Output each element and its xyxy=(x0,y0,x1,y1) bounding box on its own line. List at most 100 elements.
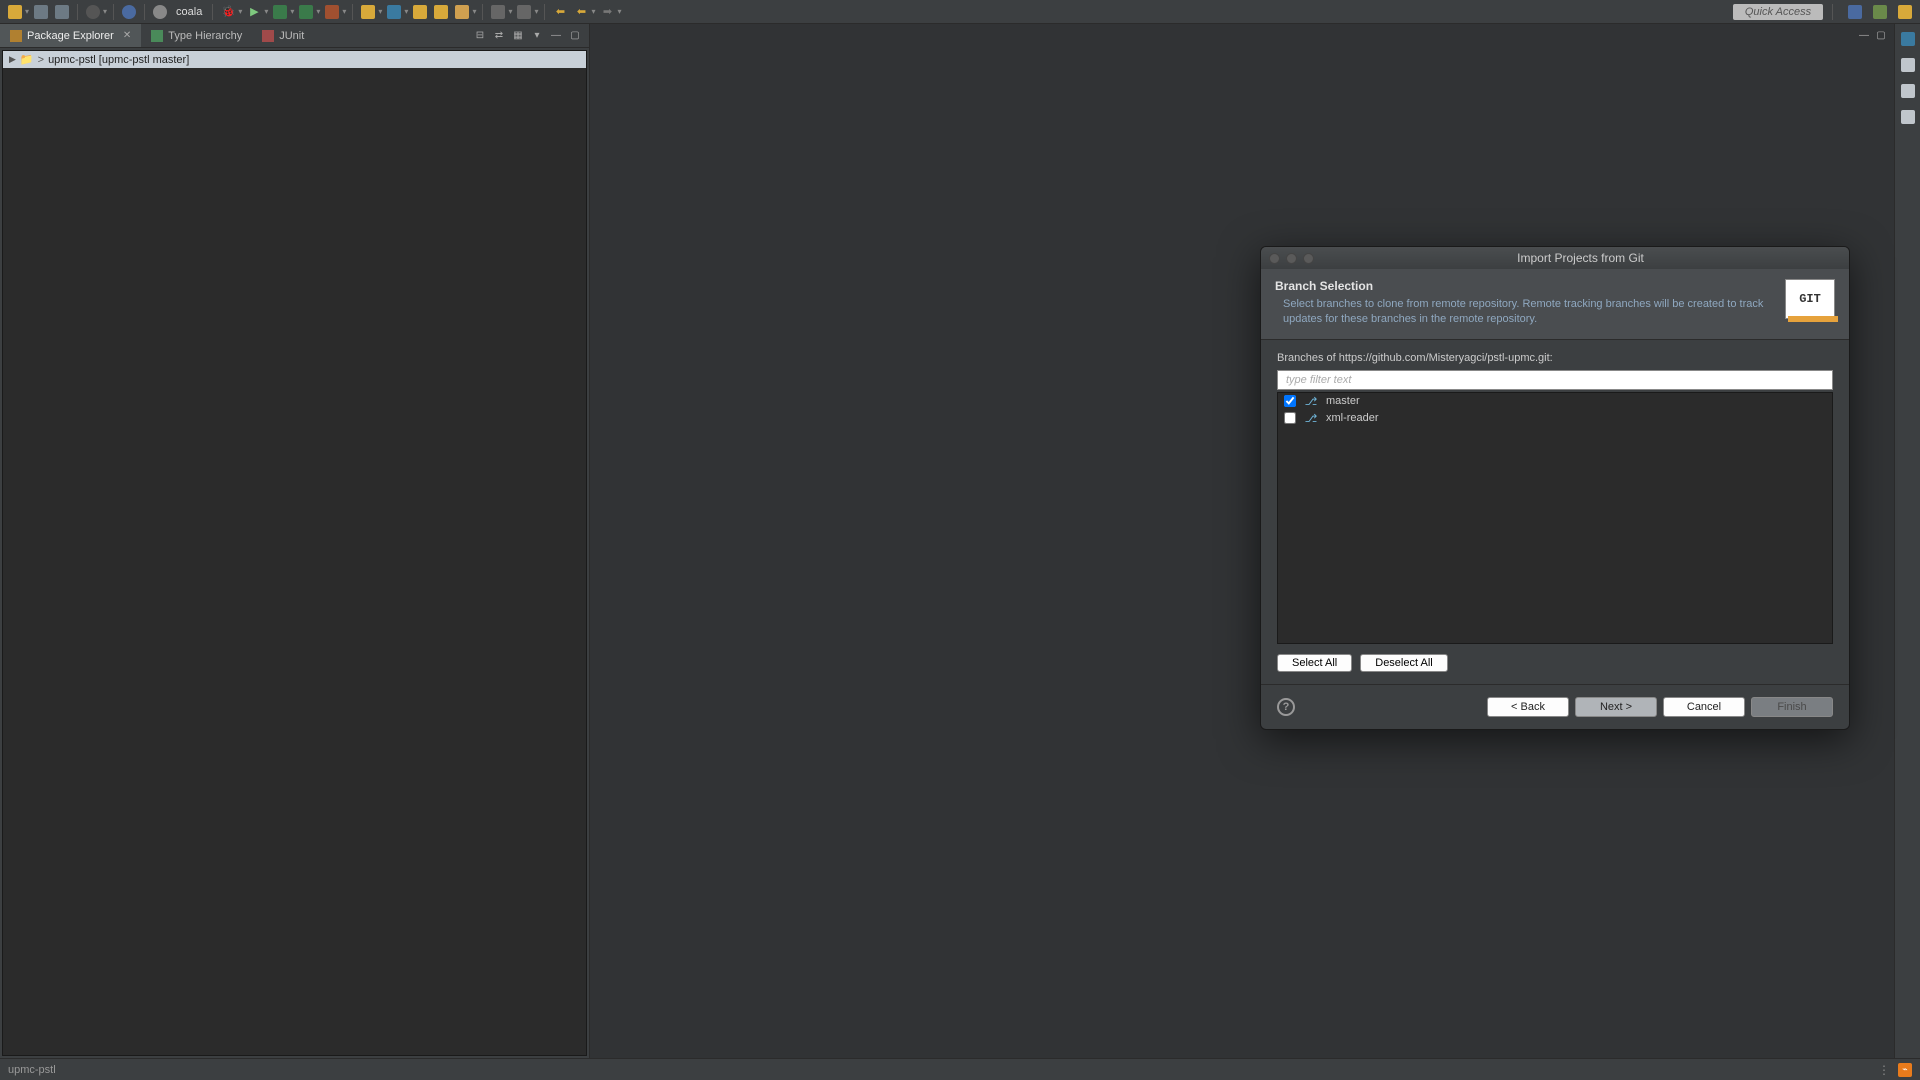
bug-dropdown[interactable]: ▾ xyxy=(103,7,107,16)
new-folder-icon[interactable] xyxy=(411,3,429,21)
branch-label: master xyxy=(1326,395,1360,407)
new-class-dropdown[interactable]: ▾ xyxy=(404,7,408,16)
back-dropdown[interactable]: ▾ xyxy=(591,7,595,16)
toggle-mark-dropdown[interactable]: ▾ xyxy=(534,7,538,16)
back-icon[interactable]: ⬅ xyxy=(572,3,590,21)
right-trim xyxy=(1894,24,1920,1058)
tab-package-explorer[interactable]: Package Explorer ✕ xyxy=(0,24,141,47)
tab-junit[interactable]: JUnit xyxy=(252,24,314,47)
search-icon[interactable] xyxy=(489,3,507,21)
branch-list[interactable]: ⎇ master ⎇ xml-reader xyxy=(1277,392,1833,644)
deselect-all-button[interactable]: Deselect All xyxy=(1360,654,1447,672)
save-icon[interactable] xyxy=(32,3,50,21)
tab-label: Package Explorer xyxy=(27,30,114,42)
link-editor-icon[interactable]: ⇄ xyxy=(491,28,507,44)
dialog-header: Branch Selection Select branches to clon… xyxy=(1261,269,1849,340)
quick-access-input[interactable]: Quick Access xyxy=(1733,4,1823,20)
dialog-footer: ? < Back Next > Cancel Finish xyxy=(1261,684,1849,729)
branch-filter-input[interactable] xyxy=(1277,370,1833,390)
coala-icon[interactable] xyxy=(151,3,169,21)
coverage-icon[interactable] xyxy=(271,3,289,21)
new-package-icon[interactable] xyxy=(359,3,377,21)
prev-edit-icon[interactable]: ⬅ xyxy=(551,3,569,21)
editor-area: — ▢ Import Projects from Git Branch Sele… xyxy=(590,24,1894,1058)
bug-icon[interactable] xyxy=(84,3,102,21)
project-chevron: > xyxy=(38,54,44,66)
coala-label[interactable]: coala xyxy=(172,6,206,18)
open-type-dropdown[interactable]: ▾ xyxy=(472,7,476,16)
finish-button: Finish xyxy=(1751,697,1833,717)
git-logo-icon: GIT xyxy=(1785,279,1835,319)
problems-icon[interactable] xyxy=(1899,82,1917,100)
task-list-icon[interactable] xyxy=(1899,30,1917,48)
maximize-editor-icon[interactable]: ▢ xyxy=(1874,28,1888,42)
ext-tools-dropdown[interactable]: ▾ xyxy=(342,7,346,16)
window-close-icon[interactable] xyxy=(1269,253,1280,264)
package-explorer-icon xyxy=(10,30,22,42)
skip-breakpoints-icon[interactable] xyxy=(120,3,138,21)
status-project-label: upmc-pstl xyxy=(8,1064,56,1076)
open-perspective-icon[interactable] xyxy=(1846,3,1864,21)
new-file-icon[interactable] xyxy=(432,3,450,21)
new-class-icon[interactable] xyxy=(385,3,403,21)
tree-project-row[interactable]: ▶ 📁 > upmc-pstl [upmc-pstl master] xyxy=(3,51,586,68)
debug-dropdown[interactable]: ▾ xyxy=(238,7,242,16)
tab-label: JUnit xyxy=(279,30,304,42)
branch-checkbox[interactable] xyxy=(1284,412,1296,424)
branch-icon: ⎇ xyxy=(1304,412,1318,425)
dialog-body: Branches of https://github.com/Misteryag… xyxy=(1261,340,1849,684)
clipboard-icon[interactable] xyxy=(1899,108,1917,126)
dialog-title: Import Projects from Git xyxy=(1320,251,1841,265)
minimize-view-icon[interactable]: — xyxy=(548,28,564,44)
tree-project-label: upmc-pstl [upmc-pstl master] xyxy=(48,54,189,66)
open-type-icon[interactable] xyxy=(453,3,471,21)
branch-checkbox[interactable] xyxy=(1284,395,1296,407)
toggle-mark-icon[interactable] xyxy=(515,3,533,21)
rss-icon[interactable]: ⌁ xyxy=(1898,1063,1912,1077)
run-last-icon[interactable] xyxy=(297,3,315,21)
run-last-dropdown[interactable]: ▾ xyxy=(316,7,320,16)
focus-task-icon[interactable]: ▦ xyxy=(510,28,526,44)
select-all-button[interactable]: Select All xyxy=(1277,654,1352,672)
minimize-editor-icon[interactable]: — xyxy=(1857,28,1871,42)
search-dropdown[interactable]: ▾ xyxy=(508,7,512,16)
view-menu-icon[interactable]: ▾ xyxy=(529,28,545,44)
status-menu-icon[interactable]: ⋮ xyxy=(1878,1063,1890,1077)
package-explorer-tree[interactable]: ▶ 📁 > upmc-pstl [upmc-pstl master] xyxy=(2,50,587,1056)
close-icon[interactable]: ✕ xyxy=(123,30,131,41)
window-minimize-icon[interactable] xyxy=(1286,253,1297,264)
forward-dropdown[interactable]: ▾ xyxy=(618,7,622,16)
git-perspective-icon[interactable] xyxy=(1896,3,1914,21)
left-panel: Package Explorer ✕ Type Hierarchy JUnit … xyxy=(0,24,590,1058)
collapse-all-icon[interactable]: ⊟ xyxy=(472,28,488,44)
next-button[interactable]: Next > xyxy=(1575,697,1657,717)
save-all-icon[interactable] xyxy=(53,3,71,21)
branches-label: Branches of https://github.com/Misteryag… xyxy=(1277,352,1833,364)
tab-type-hierarchy[interactable]: Type Hierarchy xyxy=(141,24,252,47)
new-wizard-dropdown[interactable]: ▾ xyxy=(25,7,29,16)
java-perspective-icon[interactable] xyxy=(1871,3,1889,21)
coverage-dropdown[interactable]: ▾ xyxy=(290,7,294,16)
dialog-heading: Branch Selection xyxy=(1275,279,1775,293)
type-hierarchy-icon xyxy=(151,30,163,42)
run-icon[interactable]: ▶ xyxy=(245,3,263,21)
folder-icon: 📁 xyxy=(20,53,34,66)
run-dropdown[interactable]: ▾ xyxy=(264,7,268,16)
help-icon[interactable]: ? xyxy=(1277,698,1295,716)
branch-row-xml-reader[interactable]: ⎇ xml-reader xyxy=(1278,410,1832,427)
new-package-dropdown[interactable]: ▾ xyxy=(378,7,382,16)
main-toolbar: ▾ ▾ coala 🐞 ▾ ▶ ▾ ▾ ▾ ▾ ▾ ▾ ▾ ▾ ▾ ⬅ ⬅ ▾ … xyxy=(0,0,1920,24)
window-zoom-icon[interactable] xyxy=(1303,253,1314,264)
maximize-view-icon[interactable]: ▢ xyxy=(567,28,583,44)
branch-row-master[interactable]: ⎇ master xyxy=(1278,393,1832,410)
back-button[interactable]: < Back xyxy=(1487,697,1569,717)
forward-icon[interactable]: ➡ xyxy=(599,3,617,21)
debug-icon[interactable]: 🐞 xyxy=(219,3,237,21)
dialog-titlebar[interactable]: Import Projects from Git xyxy=(1261,247,1849,269)
outline-icon[interactable] xyxy=(1899,56,1917,74)
new-wizard-icon[interactable] xyxy=(6,3,24,21)
external-tools-icon[interactable] xyxy=(323,3,341,21)
cancel-button[interactable]: Cancel xyxy=(1663,697,1745,717)
expand-arrow-icon[interactable]: ▶ xyxy=(9,54,16,65)
dialog-description: Select branches to clone from remote rep… xyxy=(1275,297,1775,327)
